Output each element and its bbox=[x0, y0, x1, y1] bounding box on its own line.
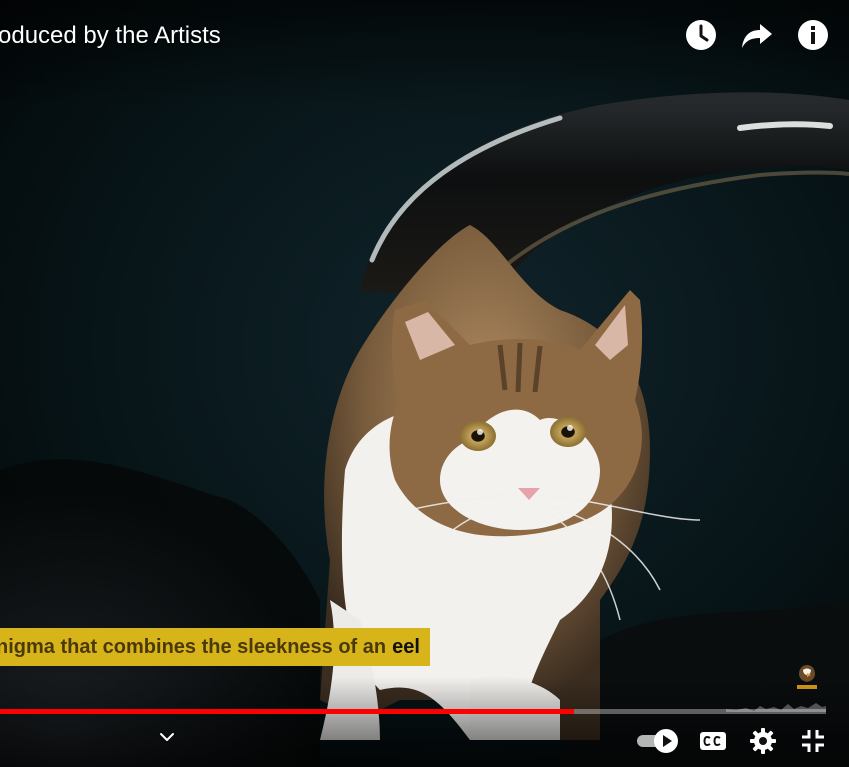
video-player[interactable]: oduced by the Artists nigma that combine… bbox=[0, 0, 849, 767]
video-title[interactable]: oduced by the Artists bbox=[0, 20, 221, 52]
exit-fullscreen-icon bbox=[802, 730, 824, 752]
subtitles-button[interactable] bbox=[695, 723, 731, 759]
info-button[interactable] bbox=[795, 17, 831, 53]
player-controls-right bbox=[635, 723, 831, 759]
autoplay-toggle-icon bbox=[637, 729, 678, 753]
caption-box: nigma that combines the sleekness of an … bbox=[0, 628, 430, 666]
watch-later-icon bbox=[686, 20, 716, 50]
progress-bar[interactable] bbox=[0, 709, 826, 714]
caption-highlight-word: eel bbox=[392, 635, 420, 658]
top-actions bbox=[683, 17, 831, 53]
autoplay-toggle[interactable] bbox=[635, 723, 681, 759]
chevron-down-icon bbox=[160, 733, 174, 741]
exit-fullscreen-button[interactable] bbox=[795, 723, 831, 759]
channel-watermark[interactable] bbox=[792, 662, 822, 692]
settings-button[interactable] bbox=[745, 723, 781, 759]
caption-text: nigma that combines the sleekness of an bbox=[0, 635, 387, 658]
eagle-logo-icon bbox=[797, 665, 817, 689]
share-icon bbox=[742, 24, 772, 48]
info-icon bbox=[798, 20, 828, 50]
expand-chevron-button[interactable] bbox=[156, 726, 178, 748]
watch-later-button[interactable] bbox=[683, 17, 719, 53]
subtitles-icon bbox=[700, 732, 726, 750]
settings-gear-icon bbox=[750, 728, 776, 754]
progress-played bbox=[0, 709, 575, 714]
share-button[interactable] bbox=[739, 17, 775, 53]
